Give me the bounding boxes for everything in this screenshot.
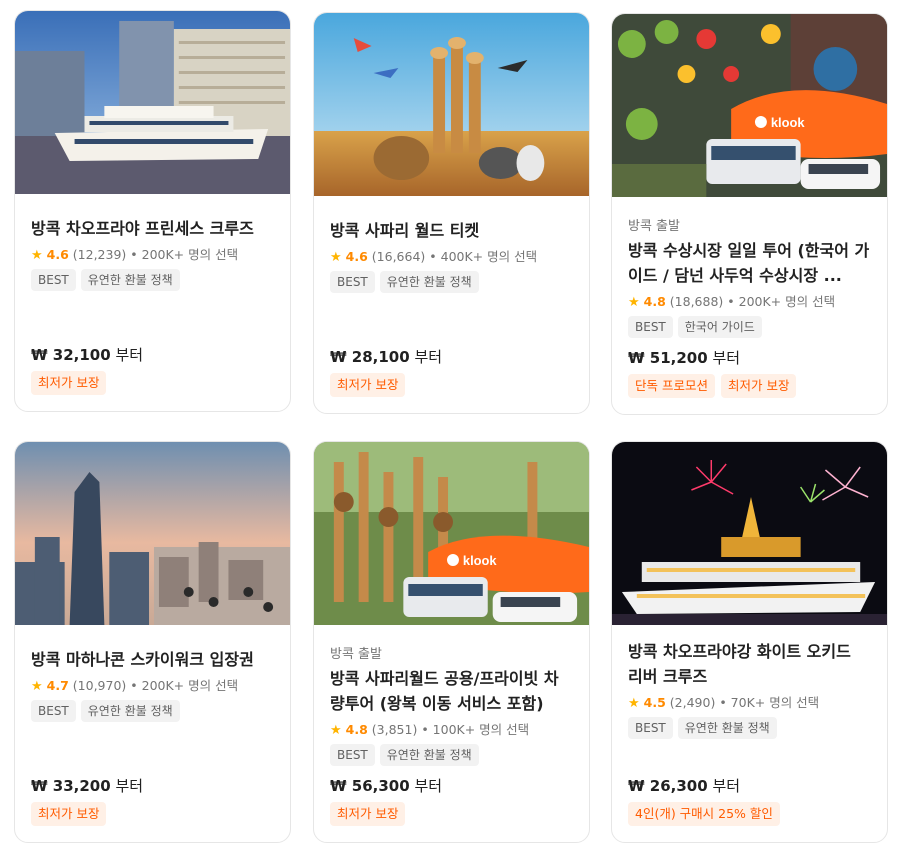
review-count: (18,688) [669,294,724,309]
tag: 한국어 가이드 [677,316,762,338]
tag: 유연한 환불 정책 [677,717,777,739]
price: ₩ 56,300 부터 [330,775,573,796]
klook-logo-icon: klook [754,115,805,130]
price: ₩ 51,200 부터 [628,347,871,368]
booked-count: • 200K+ 명의 선택 [727,294,836,309]
rating-value: 4.6 [345,249,368,264]
product-title[interactable]: 방콕 마하나콘 스카이워크 입장권 [31,647,274,672]
star-icon: ★ [31,679,43,694]
rating-row: ★ 4.8 (18,688) • 200K+ 명의 선택 [628,291,871,310]
booked-count: • 200K+ 명의 선택 [130,247,239,262]
tag: BEST [31,700,76,722]
product-image-cruise[interactable] [15,11,290,194]
price: ₩ 33,200 부터 [31,775,274,796]
promo-badge: 최저가 보장 [31,802,107,826]
review-count: (2,490) [669,695,716,710]
product-card[interactable]: 방콕 차오프라야 프린세스 크루즈 ★ 4.6 (12,239) • 200K+… [14,10,291,412]
rating-value: 4.8 [345,722,368,737]
tag-list: BEST 유연한 환불 정책 [628,717,871,739]
rating-row: ★ 4.6 (16,664) • 400K+ 명의 선택 [330,246,573,265]
rating-row: ★ 4.5 (2,490) • 70K+ 명의 선택 [628,692,871,711]
star-icon: ★ [330,250,342,265]
promo-badge: 단독 프로모션 [628,374,715,398]
review-count: (16,664) [371,249,426,264]
tag: 유연한 환불 정책 [80,700,180,722]
tag: BEST [330,271,375,293]
tag: BEST [330,744,375,766]
price-suffix: 부터 [115,346,144,364]
rating-row: ★ 4.6 (12,239) • 200K+ 명의 선택 [31,244,274,263]
rating-value: 4.5 [643,695,666,710]
rating-value: 4.6 [46,247,69,262]
tag: 유연한 환불 정책 [379,271,479,293]
promo-badge: 4인(개) 구매시 25% 할인 [628,802,780,826]
product-image-floating-market[interactable]: klook [612,14,887,197]
promo-badge: 최저가 보장 [720,374,797,398]
star-icon: ★ [330,723,342,738]
rating-row: ★ 4.8 (3,851) • 100K+ 명의 선택 [330,719,573,738]
product-image-safari[interactable] [314,13,589,196]
price: ₩ 28,100 부터 [330,346,573,367]
tag-list: BEST 유연한 환불 정책 [330,271,573,293]
tag: 유연한 환불 정책 [379,744,479,766]
star-icon: ★ [628,295,640,310]
tag-list: BEST 한국어 가이드 [628,316,871,338]
product-title[interactable]: 방콕 수상시장 일일 투어 (한국어 가이드 / 담넌 사두억 수상시장 ... [628,238,871,288]
departure-label: 방콕 출발 [330,647,382,662]
klook-logo-icon: klook [447,553,497,568]
rating-value: 4.8 [643,294,666,309]
tag: 유연한 환불 정책 [80,269,180,291]
svg-text:klook: klook [463,553,497,568]
product-title[interactable]: 방콕 사파리월드 공용/프라이빗 차량투어 (왕복 이동 서비스 포함) [330,666,573,716]
price-value: ₩ 56,300 [330,777,410,795]
product-title[interactable]: 방콕 차오프라야 프린세스 크루즈 [31,216,274,241]
booked-count: • 200K+ 명의 선택 [130,678,239,693]
svg-text:klook: klook [771,115,805,130]
tag: BEST [31,269,76,291]
product-card[interactable]: klook 방콕 출발 방콕 수상시장 일일 투어 (한국어 가이드 / 담넌 … [611,13,888,415]
price-value: ₩ 33,200 [31,777,111,795]
booked-count: • 100K+ 명의 선택 [421,722,530,737]
tag: BEST [628,316,673,338]
review-count: (12,239) [72,247,127,262]
promo-badge: 최저가 보장 [31,371,107,395]
review-count: (10,970) [72,678,127,693]
price-suffix: 부터 [712,349,741,367]
product-image-white-orchid[interactable] [612,442,887,625]
price-suffix: 부터 [414,348,443,366]
price-suffix: 부터 [712,777,741,795]
price-suffix: 부터 [115,777,144,795]
price-value: ₩ 26,300 [628,777,708,795]
price-value: ₩ 28,100 [330,348,410,366]
product-card[interactable]: 방콕 사파리 월드 티켓 ★ 4.6 (16,664) • 400K+ 명의 선… [313,12,590,414]
promo-badge: 최저가 보장 [330,373,406,397]
price-suffix: 부터 [414,777,443,795]
tag-list: BEST 유연한 환불 정책 [330,744,573,766]
product-image-skywalk[interactable] [15,442,290,625]
price-value: ₩ 32,100 [31,346,111,364]
rating-row: ★ 4.7 (10,970) • 200K+ 명의 선택 [31,675,274,694]
rating-value: 4.7 [46,678,69,693]
star-icon: ★ [628,696,640,711]
tag-list: BEST 유연한 환불 정책 [31,269,274,291]
price: ₩ 32,100 부터 [31,344,274,365]
price: ₩ 26,300 부터 [628,775,871,796]
product-card[interactable]: klook 방콕 출발 방콕 사파리월드 공용/프라이빗 차량투어 (왕복 이동… [313,441,590,843]
product-title[interactable]: 방콕 사파리 월드 티켓 [330,218,573,243]
promo-badge: 최저가 보장 [330,802,406,826]
price-value: ₩ 51,200 [628,349,708,367]
tag: BEST [628,717,673,739]
tag-list: BEST 유연한 환불 정책 [31,700,274,722]
booked-count: • 70K+ 명의 선택 [719,695,820,710]
booked-count: • 400K+ 명의 선택 [429,249,538,264]
product-card[interactable]: 방콕 차오프라야강 화이트 오키드 리버 크루즈 ★ 4.5 (2,490) •… [611,441,888,843]
review-count: (3,851) [371,722,418,737]
product-title[interactable]: 방콕 차오프라야강 화이트 오키드 리버 크루즈 [628,639,871,689]
product-card[interactable]: 방콕 마하나콘 스카이워크 입장권 ★ 4.7 (10,970) • 200K+… [14,441,291,843]
product-image-safari-tour[interactable]: klook [314,442,589,625]
star-icon: ★ [31,248,43,263]
departure-label: 방콕 출발 [628,219,680,234]
